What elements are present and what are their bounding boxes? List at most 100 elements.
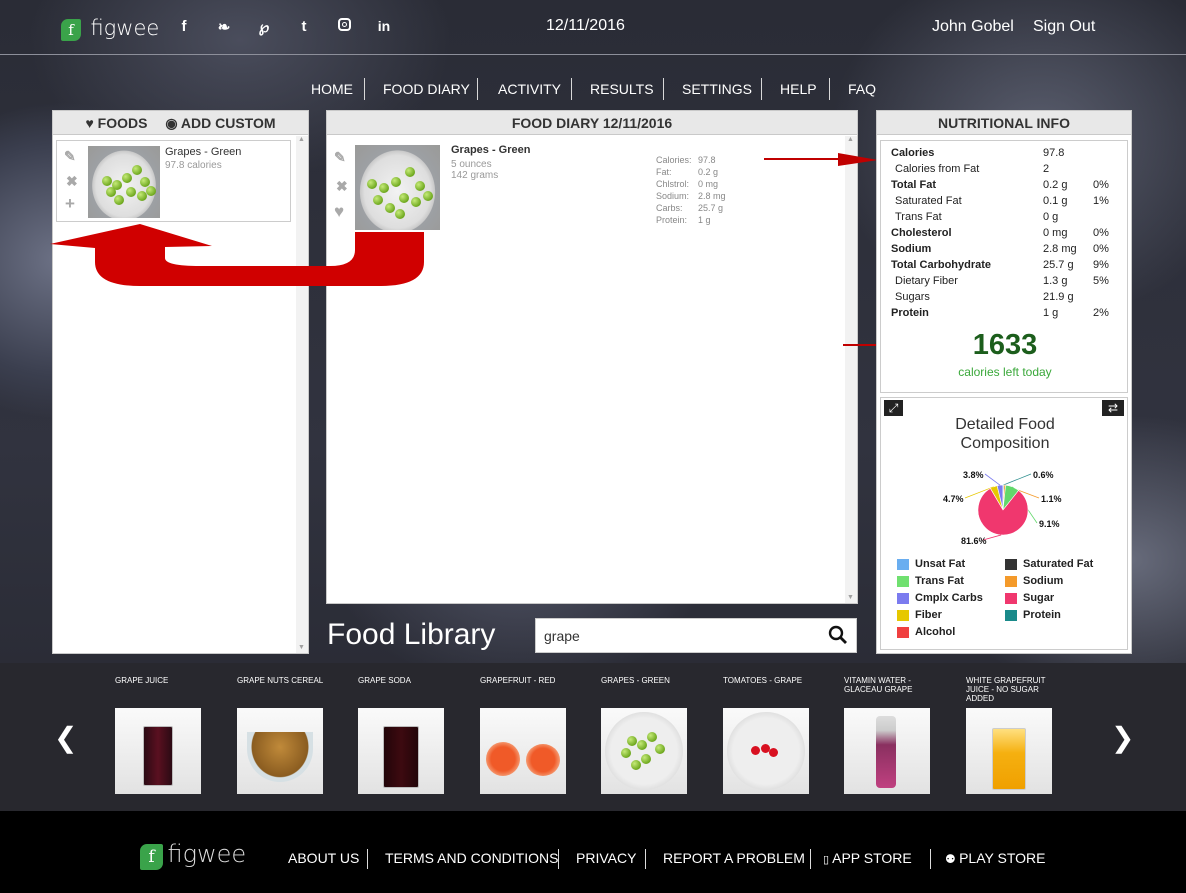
nutrient-percent: 0% <box>1093 243 1109 255</box>
footer-link-terms-and-conditions[interactable]: TERMS AND CONDITIONS <box>385 850 558 866</box>
calories-left-value: 1633 <box>972 329 1038 361</box>
footer-link-report-a-problem[interactable]: REPORT A PROBLEM <box>663 850 805 866</box>
chart-title-line1: Detailed Food <box>955 416 1055 433</box>
footer-link-play-store[interactable]: ⚉ PLAY STORE <box>945 850 1045 866</box>
legend-swatch <box>1005 593 1017 604</box>
pie-slice-label: 4.7% <box>943 494 964 504</box>
nutrient-label: Dietary Fiber <box>895 275 958 287</box>
footer-separator <box>810 849 811 869</box>
footer-link-privacy[interactable]: PRIVACY <box>576 850 636 866</box>
footer-logo-icon: f <box>140 844 163 870</box>
nutrient-label: Sodium <box>891 243 932 255</box>
nutrient-label: Cholesterol <box>891 227 952 239</box>
nutrient-value: 0.1 g <box>1043 195 1068 207</box>
legend-label[interactable]: Trans Fat <box>915 575 964 587</box>
nutrient-value: 0 mg <box>1043 227 1068 239</box>
library-item-title[interactable]: GRAPEFRUIT - RED <box>480 676 570 685</box>
library-item-title[interactable]: WHITE GRAPEFRUIT JUICE - NO SUGAR ADDED <box>966 676 1056 703</box>
legend-swatch <box>1005 576 1017 587</box>
nutrient-label: Protein <box>891 307 929 319</box>
library-item-title[interactable]: TOMATOES - GRAPE <box>723 676 813 685</box>
nutrient-percent: 0% <box>1093 179 1109 191</box>
expand-icon[interactable]: ⤢ <box>884 400 903 416</box>
nutrient-value: 0.2 g <box>1043 179 1068 191</box>
chart-title-line2: Composition <box>960 435 1050 452</box>
library-item-image[interactable] <box>358 708 444 794</box>
legend-swatch <box>897 559 909 570</box>
nutrient-label: Trans Fat <box>895 211 942 223</box>
carousel-next-icon[interactable]: ❯ <box>1111 721 1134 754</box>
composition-pie-chart: 4.7% 3.8% 0.6% 1.1% 9.1% 81.6% <box>943 470 1062 546</box>
footer-link-about-us[interactable]: ABOUT US <box>288 850 359 866</box>
footer-brand-name: figwee <box>167 840 247 868</box>
legend-label[interactable]: Cmplx Carbs <box>915 592 983 604</box>
nutrient-value: 97.8 <box>1043 147 1065 159</box>
legend-label[interactable]: Fiber <box>915 609 942 621</box>
nutrient-percent: 9% <box>1093 259 1109 271</box>
library-item-image[interactable] <box>844 708 930 794</box>
footer-link-label: PRIVACY <box>576 850 637 866</box>
legend-label[interactable]: Sugar <box>1023 592 1054 604</box>
legend-swatch <box>897 627 909 638</box>
nutrient-percent: 2% <box>1093 307 1109 319</box>
nutrient-value: 2 <box>1043 163 1050 175</box>
android-icon: ⚉ <box>945 852 960 866</box>
footer-link-label: REPORT A PROBLEM <box>663 850 805 866</box>
footer-link-app-store[interactable]: ▯ APP STORE <box>823 850 912 866</box>
nutritional-info-panel: NUTRITIONAL INFO Calories 97.8 Calories fr… <box>876 110 1132 654</box>
nutrient-label: Calories <box>891 147 935 159</box>
legend-label[interactable]: Unsat Fat <box>915 558 965 570</box>
library-item-title[interactable]: GRAPE SODA <box>358 676 448 685</box>
nutrient-label: Saturated Fat <box>895 195 962 207</box>
library-item-image[interactable] <box>480 708 566 794</box>
library-item-image[interactable] <box>723 708 809 794</box>
nutrient-value: 1 g <box>1043 307 1059 319</box>
footer-logo[interactable]: f figwee <box>140 840 246 870</box>
library-item-image[interactable] <box>601 708 687 794</box>
nutrition-facts-box: Calories 97.8 Calories from Fat 2 Total Fat 0… <box>880 140 1128 393</box>
calories-arrow-head <box>838 153 878 166</box>
nutrient-value: 2.8 mg <box>1043 243 1077 255</box>
legend-swatch <box>897 593 909 604</box>
legend-swatch <box>897 610 909 621</box>
return-arrow <box>50 224 424 286</box>
nutrient-percent: 0% <box>1093 227 1109 239</box>
library-item-image[interactable] <box>115 708 201 794</box>
nutrient-label: Total Fat <box>891 179 937 191</box>
nutrient-label: Sugars <box>895 291 930 303</box>
footer-separator <box>558 849 559 869</box>
carousel-prev-icon[interactable]: ❮ <box>54 721 77 754</box>
footer-link-label: PLAY STORE <box>959 850 1046 866</box>
library-item-image[interactable] <box>966 708 1052 794</box>
nutrient-percent: 5% <box>1093 275 1109 287</box>
pie-label-connector <box>984 473 1001 486</box>
legend-swatch <box>897 576 909 587</box>
pie-slice-label: 1.1% <box>1041 494 1062 504</box>
legend-label[interactable]: Protein <box>1023 609 1061 621</box>
library-item-title[interactable]: VITAMIN WATER - GLACEAU GRAPE <box>844 676 934 694</box>
legend-swatch <box>1005 610 1017 621</box>
library-item-image[interactable] <box>237 708 323 794</box>
footer-separator <box>645 849 646 869</box>
legend-label[interactable]: Saturated Fat <box>1023 558 1093 570</box>
pie-label-connector <box>1003 473 1032 486</box>
library-item-title[interactable]: GRAPE NUTS CEREAL <box>237 676 327 685</box>
pie-slice-label: 3.8% <box>963 470 984 480</box>
footer-link-label: APP STORE <box>832 850 912 866</box>
library-search-input[interactable] <box>536 619 821 652</box>
legend-label[interactable]: Sodium <box>1023 575 1063 587</box>
pie-slice-label: 9.1% <box>1039 519 1060 529</box>
nutrient-value: 0 g <box>1043 211 1059 223</box>
footer-separator <box>367 849 368 869</box>
food-library-carousel: ❮ ❯ GRAPE JUICE GRAPE NUTS CEREAL GRAPE SO… <box>0 663 1186 811</box>
footer-separator <box>930 849 931 869</box>
library-item-title[interactable]: GRAPES - GREEN <box>601 676 691 685</box>
pie-slice-label: 81.6% <box>961 536 987 546</box>
footer-link-label: TERMS AND CONDITIONS <box>385 850 559 866</box>
legend-label[interactable]: Alcohol <box>915 626 955 638</box>
search-icon[interactable] <box>828 624 848 651</box>
nutrient-value: 1.3 g <box>1043 275 1068 287</box>
library-item-title[interactable]: GRAPE JUICE <box>115 676 205 685</box>
swap-icon[interactable]: ⇄ <box>1102 400 1124 416</box>
nutrient-value: 25.7 g <box>1043 259 1074 271</box>
